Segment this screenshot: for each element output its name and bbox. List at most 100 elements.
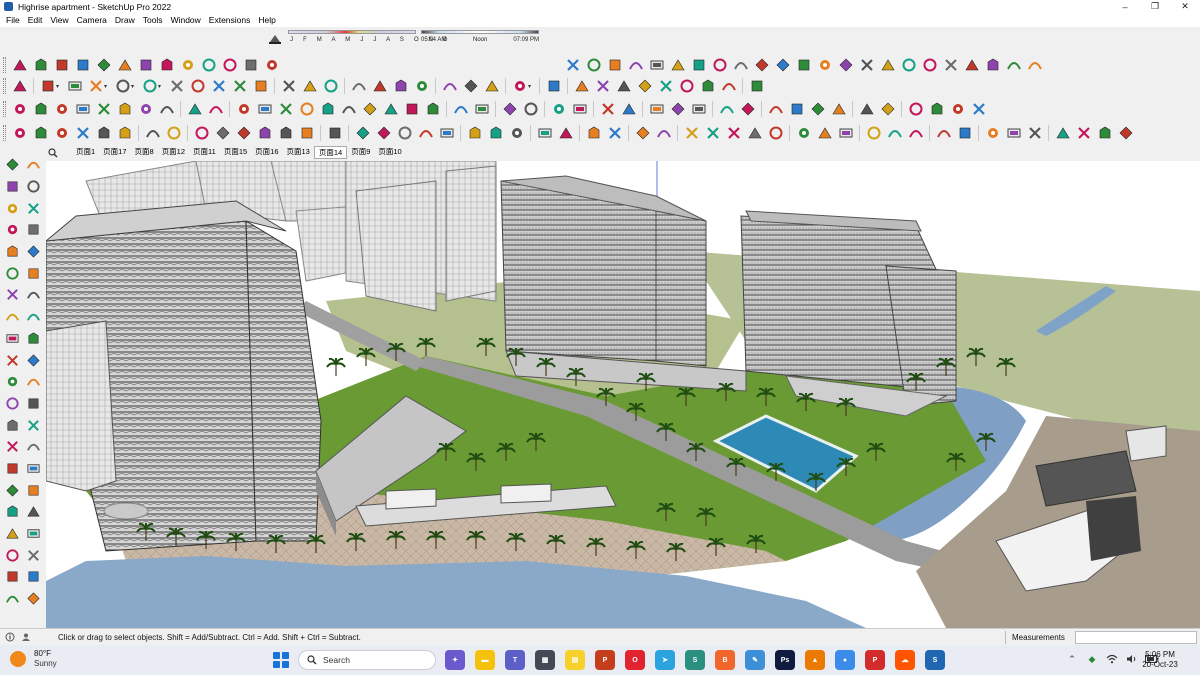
cube-icon[interactable] (837, 56, 855, 74)
node-icon[interactable] (935, 124, 953, 142)
roof-icon[interactable] (984, 56, 1002, 74)
rectangle-tool-icon[interactable] (2, 241, 23, 263)
dots-red-icon[interactable] (1075, 124, 1093, 142)
sandbox-smoove-icon[interactable] (23, 566, 44, 588)
pinterest-icon[interactable]: P (865, 650, 885, 670)
styles-icon[interactable] (441, 77, 459, 95)
cube-red-icon[interactable] (858, 100, 876, 118)
eraser-icon[interactable] (66, 77, 84, 95)
more-icon[interactable] (1117, 124, 1135, 142)
pinch-icon[interactable] (1054, 124, 1072, 142)
select-arrow-icon[interactable] (2, 154, 23, 176)
cup-icon[interactable] (32, 124, 50, 142)
menu-file[interactable]: File (2, 15, 24, 25)
tool-red-icon[interactable] (606, 124, 624, 142)
zoom-icon[interactable] (11, 77, 29, 95)
half-circle-icon[interactable] (116, 124, 134, 142)
pencil-icon[interactable] (87, 77, 105, 95)
component-icon[interactable] (326, 124, 344, 142)
ring-1-icon[interactable] (235, 100, 253, 118)
spline-icon[interactable] (242, 56, 260, 74)
line-icon[interactable] (11, 56, 29, 74)
scene-tab[interactable]: 页面17 (99, 146, 130, 159)
cube-grey-icon[interactable] (256, 124, 274, 142)
move-tool-icon[interactable] (2, 328, 23, 350)
menu-help[interactable]: Help (254, 15, 279, 25)
vlc-icon[interactable]: ▲ (805, 650, 825, 670)
component-select-icon[interactable] (23, 154, 44, 176)
bookmark-red-icon[interactable] (522, 100, 540, 118)
grid-layout-icon[interactable] (116, 100, 134, 118)
zoom-tool-icon[interactable] (2, 479, 23, 501)
minimize-button[interactable]: – (1110, 0, 1140, 13)
zoom-extents-tool-icon[interactable] (2, 501, 23, 523)
toolbar-grip[interactable] (3, 57, 6, 73)
cup-red-icon[interactable] (886, 124, 904, 142)
snowflake-icon[interactable] (95, 124, 113, 142)
clock[interactable]: 5:06 PM 20-Oct-23 (1136, 650, 1184, 670)
tape-measure-icon[interactable] (280, 77, 298, 95)
curve-icon[interactable] (221, 56, 239, 74)
arrow-red-icon[interactable] (452, 100, 470, 118)
scene-tab[interactable]: 页面12 (158, 146, 189, 159)
door-icon[interactable] (158, 100, 176, 118)
node-pink-icon[interactable] (956, 124, 974, 142)
scene-tab[interactable]: 页面10 (374, 146, 405, 159)
text-icon[interactable] (301, 77, 319, 95)
scene-tab[interactable]: 页面16 (251, 146, 282, 159)
triangle-green-icon[interactable] (746, 124, 764, 142)
edge-icon[interactable] (564, 56, 582, 74)
offset-icon[interactable] (263, 56, 281, 74)
sketchup-active-icon[interactable]: S (925, 650, 945, 670)
tag-icon[interactable] (23, 197, 44, 219)
mesh-orange-icon[interactable] (984, 124, 1002, 142)
wave-icon[interactable] (585, 56, 603, 74)
scene-tab[interactable]: 页面15 (220, 146, 251, 159)
chevron-down-icon[interactable]: ▾ (131, 83, 137, 90)
component-icon[interactable] (921, 56, 939, 74)
menu-camera[interactable]: Camera (73, 15, 111, 25)
eraser-icon[interactable] (23, 176, 44, 198)
scale-icon[interactable] (252, 77, 270, 95)
copilot-icon[interactable]: ✦ (445, 650, 465, 670)
tape-measure-tool-icon[interactable] (2, 393, 23, 415)
ring-3-icon[interactable] (277, 100, 295, 118)
panel-icon[interactable] (816, 56, 834, 74)
paint-icon[interactable] (322, 77, 340, 95)
component-box-icon[interactable] (53, 100, 71, 118)
chevron-down-icon[interactable]: ▾ (104, 83, 110, 90)
circle-orange-icon[interactable] (53, 124, 71, 142)
solid-trim-icon[interactable] (636, 77, 654, 95)
scenes-icon[interactable] (483, 77, 501, 95)
gear-icon[interactable] (816, 124, 834, 142)
time-slider-track[interactable] (421, 30, 539, 34)
cup-green-icon[interactable] (907, 124, 925, 142)
solid-subtract-icon[interactable] (594, 77, 612, 95)
tree-icon[interactable] (550, 100, 568, 118)
wall-icon[interactable] (74, 100, 92, 118)
contour-icon[interactable] (774, 56, 792, 74)
terrain-icon[interactable] (711, 56, 729, 74)
wifi-icon[interactable] (1105, 652, 1119, 666)
move-icon[interactable] (210, 77, 228, 95)
pencil-red-icon[interactable] (207, 100, 225, 118)
sofa-icon[interactable] (928, 100, 946, 118)
dots-icon[interactable] (634, 124, 652, 142)
extension-icon[interactable] (748, 77, 766, 95)
freehand-tool-icon[interactable] (23, 219, 44, 241)
photoshop-icon[interactable]: Ps (775, 650, 795, 670)
brave-icon[interactable]: B (715, 650, 735, 670)
box-icon[interactable] (32, 100, 50, 118)
cross-red-icon[interactable] (683, 124, 701, 142)
powerpoint-icon[interactable]: P (595, 650, 615, 670)
rect-icon[interactable] (95, 100, 113, 118)
frame-layout-icon[interactable] (137, 100, 155, 118)
gem-red-icon[interactable] (417, 124, 435, 142)
shell-icon[interactable] (858, 56, 876, 74)
follow-me-icon[interactable] (189, 77, 207, 95)
ring-6-icon[interactable] (340, 100, 358, 118)
pen-icon[interactable] (200, 56, 218, 74)
circle-icon[interactable] (599, 100, 617, 118)
hex-icon[interactable] (235, 124, 253, 142)
grid-orange-icon[interactable] (1005, 124, 1023, 142)
